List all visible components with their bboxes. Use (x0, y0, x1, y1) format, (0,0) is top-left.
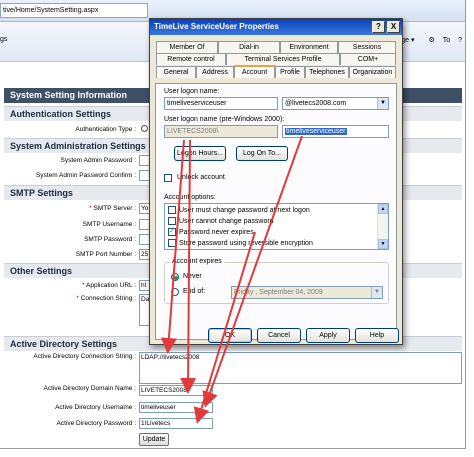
smtp-password-label: SMTP Password : (84, 236, 136, 243)
scroll-down-icon[interactable]: ▼ (378, 239, 388, 249)
account-options-list[interactable]: User must change password at next logon … (164, 203, 389, 250)
close-button[interactable]: X (387, 21, 400, 33)
help-title-button[interactable]: ? (372, 21, 385, 33)
admin-password-label: System Admin Password : (60, 157, 137, 164)
account-tab-panel: User logon name: timeliveserviceuser @li… (155, 83, 397, 340)
account-options-label: Account options: (164, 194, 216, 201)
tab-sessions[interactable]: Sessions (338, 41, 396, 53)
options-scrollbar[interactable]: ▲ ▼ (377, 204, 388, 249)
dialog-titlebar: TimeLive ServiceUser Properties (150, 19, 402, 35)
app-url-label: * Application URL : (82, 282, 136, 289)
conn-string-label: * Connection String : (76, 295, 136, 302)
tab-telephones[interactable]: Telephones (305, 66, 349, 78)
account-expires-label: Account expires (170, 258, 224, 265)
cancel-button[interactable]: Cancel (257, 328, 301, 343)
help-icon[interactable]: ? (458, 37, 462, 44)
tab-remote-control[interactable]: Remote control (156, 53, 226, 65)
pre2000-label: User logon name (pre-Windows 2000): (164, 116, 285, 123)
option-never-expires[interactable]: ✓ Password never expires (168, 228, 254, 236)
url-field[interactable]: tive/Home/SystemSetting.aspx (0, 3, 148, 18)
tab-profile[interactable]: Profile (275, 66, 305, 78)
browser-tab[interactable]: gs (0, 36, 7, 43)
unlock-label: Unlock account (177, 174, 225, 181)
apply-button[interactable]: Apply (306, 328, 350, 343)
option-reversible[interactable]: Store password using reversible encrypti… (168, 239, 313, 247)
tab-general[interactable]: General (156, 66, 196, 78)
dialog-title: TimeLive ServiceUser Properties (154, 22, 279, 31)
ad-password-label: Active Directory Password : (56, 420, 136, 427)
logon-to-button[interactable]: Log On To... (236, 146, 288, 161)
option-checkbox[interactable]: ✓ (168, 228, 176, 236)
expiry-date-picker: Friday , September 04, 2009 ▼ (231, 286, 383, 299)
scroll-up-icon[interactable]: ▲ (378, 204, 388, 214)
logon-name-input[interactable]: timeliveserviceuser (164, 97, 278, 110)
chevron-down-icon: ▼ (371, 287, 382, 298)
smtp-username-label: SMTP Username : (82, 221, 136, 228)
unlock-checkbox[interactable] (164, 174, 172, 182)
ad-domain-label: Active Directory Domain Name : (43, 385, 136, 392)
chevron-down-icon[interactable]: ▼ (377, 98, 388, 109)
pre2000-domain-input: LIVETECS2008\ (164, 125, 278, 138)
never-radio[interactable] (171, 273, 179, 281)
tab-address[interactable]: Address (196, 66, 234, 78)
auth-type-radio[interactable] (141, 125, 148, 132)
tab-organization[interactable]: Organization (349, 66, 396, 78)
ad-username-label: Active Directory Username : (55, 404, 136, 411)
logon-hours-button[interactable]: Logon Hours... (174, 146, 226, 161)
auth-type-label: Authentication Type : (75, 126, 136, 133)
help-button[interactable]: Help (355, 328, 399, 343)
ad-password-input[interactable]: 1!Livetecs (139, 418, 213, 429)
ok-button[interactable]: OK (208, 328, 252, 343)
tab-environment[interactable]: Environment (280, 41, 338, 53)
option-checkbox[interactable] (168, 217, 176, 225)
never-label: Never (183, 273, 202, 280)
tab-dial-in[interactable]: Dial-in (218, 41, 280, 53)
update-button[interactable]: Update (139, 433, 169, 446)
option-must-change[interactable]: User must change password at next logon (168, 206, 310, 214)
option-checkbox[interactable] (168, 206, 176, 214)
tab-account[interactable]: Account (234, 65, 275, 78)
end-of-radio[interactable] (171, 288, 179, 296)
tab-ts-profile[interactable]: Terminal Services Profile (226, 53, 340, 65)
gear-icon: ⚙ (428, 37, 435, 44)
close-icon: X (390, 22, 397, 31)
upn-suffix-select[interactable]: @livetecs2008.com ▼ (282, 97, 389, 110)
smtp-port-label: SMTP Port Number : (75, 251, 136, 258)
end-of-label: End of: (183, 288, 206, 295)
tools-menu[interactable]: ⚙ To (423, 37, 451, 44)
ad-username-input[interactable]: timeliveuser (139, 402, 213, 413)
user-properties-dialog: TimeLive ServiceUser Properties ? X Memb… (149, 18, 403, 345)
logon-name-label: User logon name: (164, 88, 220, 95)
ad-conn-textarea[interactable]: LDAP://livetecs2008 (139, 352, 462, 384)
ad-conn-label: Active Directory Connection String : (33, 353, 136, 360)
tab-member-of[interactable]: Member Of (156, 41, 218, 53)
admin-confirm-label: System Admin Password Confirm : (35, 172, 136, 179)
option-cannot-change[interactable]: User cannot change password (168, 217, 274, 225)
account-expires-group: Account expires Never End of: Friday , S… (164, 258, 389, 304)
option-checkbox[interactable] (168, 239, 176, 247)
pre2000-user-input[interactable]: timeliveserviceuser (282, 125, 389, 138)
tab-com-plus[interactable]: COM+ (340, 53, 396, 65)
ad-domain-input[interactable]: LIVETECS2008 (139, 385, 213, 396)
smtp-server-label: * SMTP Server : (89, 205, 136, 212)
